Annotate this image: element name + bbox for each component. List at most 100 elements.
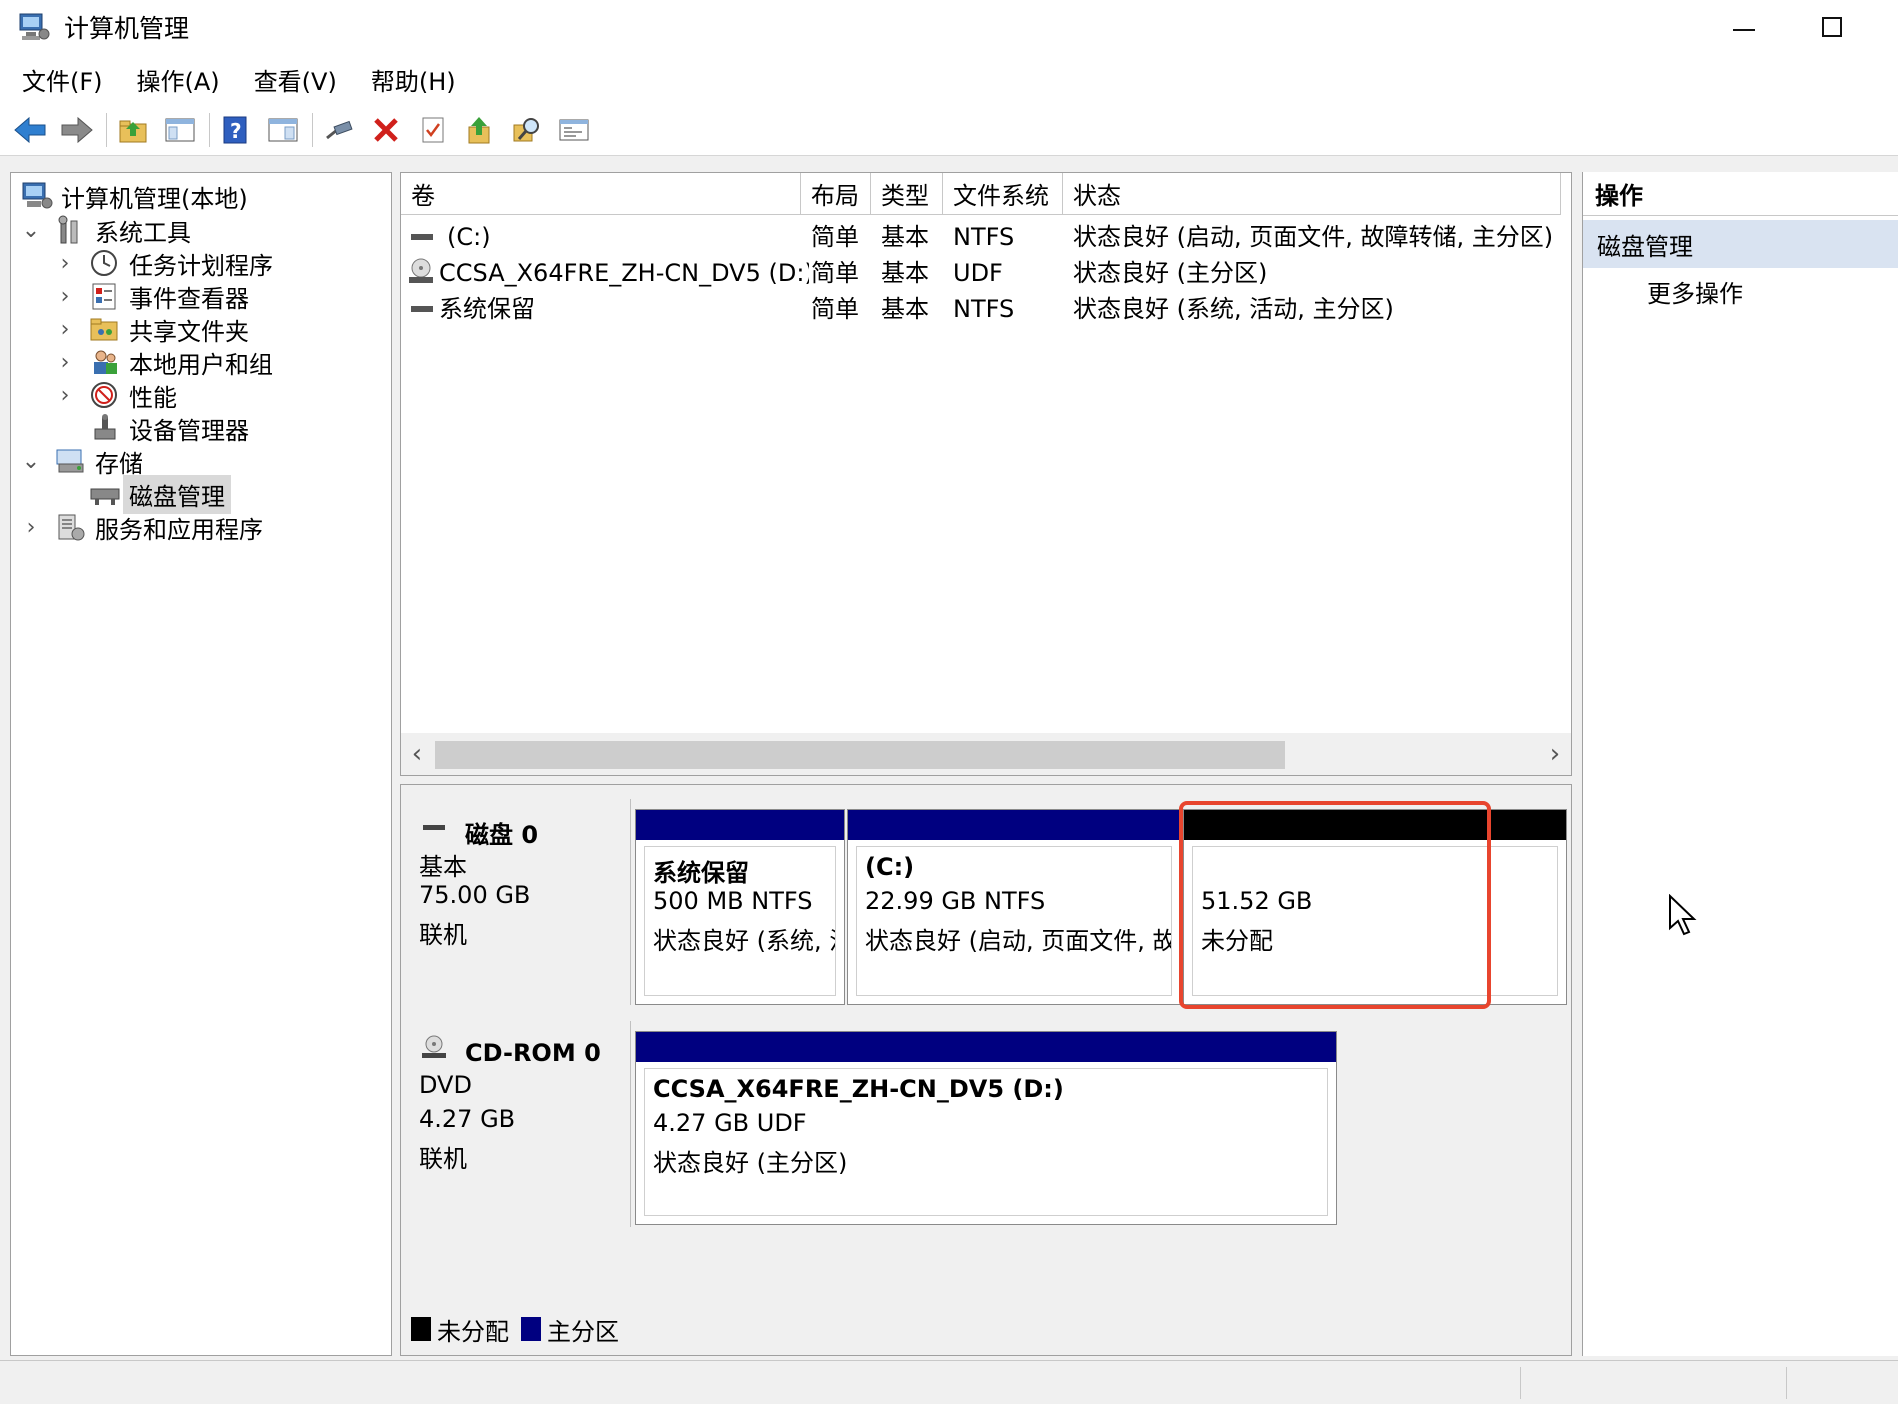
storage-icon (55, 446, 87, 476)
chevron-right-icon[interactable]: › (55, 251, 75, 276)
help-icon[interactable]: ? (216, 110, 256, 150)
svg-text:?: ? (230, 119, 242, 143)
actions-header: 操作 (1583, 172, 1898, 216)
chevron-down-icon[interactable]: ⌄ (21, 218, 41, 243)
show-hide-tree-icon[interactable] (160, 110, 200, 150)
disk-map: 磁盘 0 基本 75.00 GB 联机 系统保留 500 MB NTFS 状态良… (400, 784, 1572, 1356)
cell-filesystem: UDF (953, 259, 1003, 287)
column-header-layout[interactable]: 布局 (801, 173, 871, 215)
primary-partition-bar (636, 1032, 1336, 1062)
disk-size: 75.00 GB (419, 881, 531, 909)
performance-icon (89, 380, 121, 410)
chevron-right-icon[interactable]: › (55, 350, 75, 375)
cell-type: 基本 (881, 295, 929, 323)
partition-title: CCSA_X64FRE_ZH-CN_DV5 (D:) (653, 1075, 1064, 1103)
horizontal-scrollbar[interactable]: ‹ › (401, 733, 1571, 775)
actions-pane: 操作 磁盘管理 更多操作 (1582, 172, 1898, 1356)
mouse-cursor-icon (1668, 893, 1698, 938)
primary-partition-bar (848, 810, 1180, 840)
cell-layout: 简单 (811, 223, 859, 251)
delete-icon[interactable] (366, 110, 406, 150)
maximize-button[interactable] (1792, 0, 1872, 54)
properties-icon[interactable] (263, 110, 303, 150)
menu-help[interactable]: 帮助(H) (361, 56, 466, 103)
column-header-type[interactable]: 类型 (871, 173, 943, 215)
column-header-volume[interactable]: 卷 (401, 173, 801, 215)
menu-view[interactable]: 查看(V) (244, 56, 347, 103)
volume-drive-icon (409, 219, 437, 255)
cd-drive-icon (419, 1033, 449, 1069)
scrollbar-thumb[interactable] (435, 741, 1285, 769)
users-icon (89, 347, 121, 377)
table-row[interactable]: (C:) 简单 基本 NTFS 状态良好 (启动, 页面文件, 故障转储, 主分… (401, 219, 1571, 255)
export-icon[interactable] (460, 110, 500, 150)
forward-arrow-icon[interactable] (57, 110, 97, 150)
partition-status: 状态良好 (系统, 活动, 主分区) (653, 927, 835, 955)
cell-volume: (C:) (447, 223, 491, 251)
tree-item-root[interactable]: 计算机管理(本地) (21, 177, 248, 215)
back-arrow-icon[interactable] (10, 110, 50, 150)
cell-type: 基本 (881, 259, 929, 287)
highlight-annotation (1179, 801, 1491, 1009)
disk-name: 磁盘 0 (465, 821, 539, 849)
device-manager-icon (89, 413, 121, 443)
cell-filesystem: NTFS (953, 295, 1015, 323)
status-bar (0, 1360, 1898, 1404)
partition-c[interactable]: (C:) 22.99 GB NTFS 状态良好 (启动, 页面文件, 故障转储,… (847, 809, 1181, 1005)
scroll-right-icon[interactable]: › (1543, 739, 1567, 769)
event-viewer-icon (89, 281, 121, 311)
volume-list: 卷 布局 类型 文件系统 状态 (C:) 简单 基本 NTFS 状态良好 (启动… (400, 172, 1572, 776)
table-row[interactable]: CCSA_X64FRE_ZH-CN_DV5 (D:) 简单 基本 UDF 状态良… (401, 255, 1571, 291)
console-icon[interactable] (554, 110, 594, 150)
chevron-right-icon[interactable]: › (55, 383, 75, 408)
up-folder-icon[interactable] (113, 110, 153, 150)
tree-label: 事件查看器 (129, 284, 249, 313)
partition-body: (C:) 22.99 GB NTFS 状态良好 (启动, 页面文件, 故障转储,… (856, 846, 1172, 996)
menu-action[interactable]: 操作(A) (127, 56, 230, 103)
tree-label: 存储 (95, 449, 143, 478)
cd-drive-icon (407, 255, 437, 291)
chevron-right-icon[interactable]: › (21, 515, 41, 540)
cell-filesystem: NTFS (953, 223, 1015, 251)
tree-label: 计算机管理(本地) (61, 184, 248, 213)
title-bar: 计算机管理 (0, 0, 1898, 54)
scroll-left-icon[interactable]: ‹ (405, 739, 429, 769)
disk-0-info[interactable]: 磁盘 0 基本 75.00 GB 联机 (401, 799, 631, 1005)
disk-state: 联机 (419, 1145, 467, 1173)
more-actions-link[interactable]: 更多操作 (1583, 268, 1898, 314)
minimize-button[interactable] (1704, 0, 1784, 54)
computer-management-icon (21, 181, 53, 211)
cell-layout: 简单 (811, 259, 859, 287)
computer-management-icon (18, 12, 50, 42)
legend-primary-label: 主分区 (547, 1317, 619, 1346)
navigation-tree: 计算机管理(本地) ⌄ 系统工具 › 任务计划程序 › 事件查看器 › 共享文件… (10, 172, 392, 1356)
chevron-right-icon[interactable]: › (55, 317, 75, 342)
partition-system-reserved[interactable]: 系统保留 500 MB NTFS 状态良好 (系统, 活动, 主分区) (635, 809, 845, 1005)
clock-icon (89, 248, 121, 278)
partition-title: 系统保留 (653, 859, 749, 887)
menu-file[interactable]: 文件(F) (12, 56, 113, 103)
volume-drive-icon (409, 291, 437, 327)
check-icon[interactable] (413, 110, 453, 150)
menu-bar: 文件(F) 操作(A) 查看(V) 帮助(H) (0, 54, 1898, 104)
cdrom-0-info[interactable]: CD-ROM 0 DVD 4.27 GB 联机 (401, 1021, 631, 1227)
toolbar: ? (0, 104, 1898, 156)
tree-label: 共享文件夹 (129, 317, 249, 346)
table-row[interactable]: 系统保留 简单 基本 NTFS 状态良好 (系统, 活动, 主分区) (401, 291, 1571, 327)
tree-label: 本地用户和组 (129, 350, 273, 379)
actions-section-disk-management[interactable]: 磁盘管理 (1583, 220, 1898, 268)
disk-state: 联机 (419, 921, 467, 949)
tree-item-services-apps[interactable]: › 服务和应用程序 (21, 508, 263, 546)
chevron-down-icon[interactable]: ⌄ (21, 449, 41, 474)
legend-primary-swatch (521, 1317, 541, 1341)
disk-kind: DVD (419, 1071, 472, 1099)
search-icon[interactable] (507, 110, 547, 150)
column-header-status[interactable]: 状态 (1063, 173, 1561, 215)
legend: 未分配 主分区 (411, 1309, 619, 1349)
partition-d[interactable]: CCSA_X64FRE_ZH-CN_DV5 (D:) 4.27 GB UDF 状… (635, 1031, 1337, 1225)
column-header-filesystem[interactable]: 文件系统 (943, 173, 1063, 215)
primary-partition-bar (636, 810, 844, 840)
cell-status: 状态良好 (启动, 页面文件, 故障转储, 主分区) (1073, 223, 1554, 251)
connect-icon[interactable] (319, 110, 359, 150)
chevron-right-icon[interactable]: › (55, 284, 75, 309)
